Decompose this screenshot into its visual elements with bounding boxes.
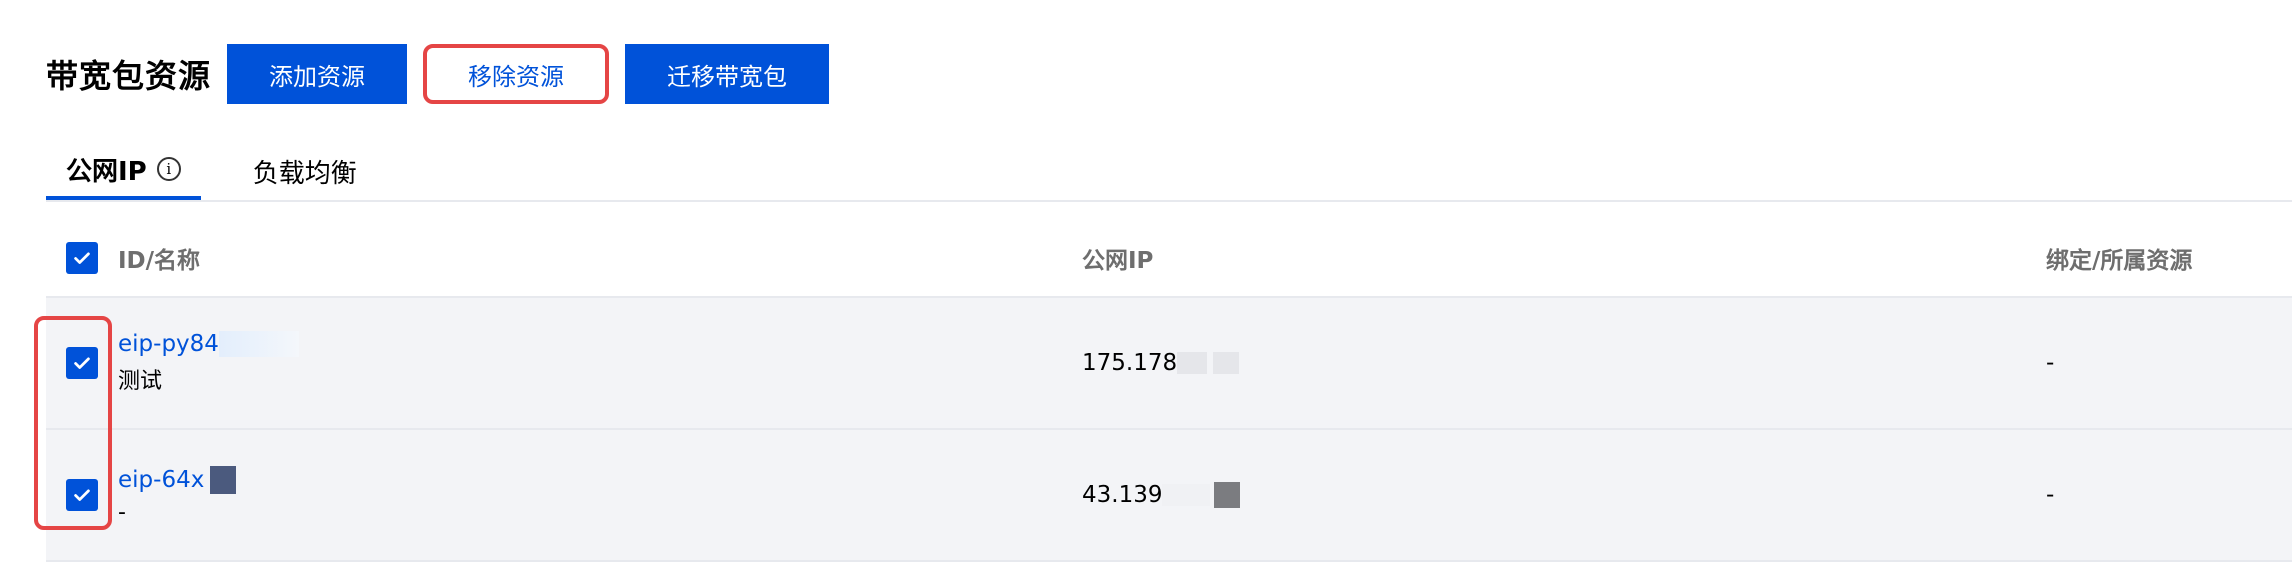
row-checkbox[interactable] xyxy=(66,479,98,511)
page: 带宽包资源 添加资源 移除资源 迁移带宽包 公网IP i 负载均衡 ID/名称 … xyxy=(0,0,2292,578)
column-header-bind: 绑定/所属资源 xyxy=(2046,248,2193,274)
tab-load-balancer[interactable]: 负载均衡 xyxy=(243,142,367,200)
row-check-cell xyxy=(46,347,118,379)
redacted-block xyxy=(218,331,299,357)
tab-bar: 公网IP i 负载均衡 xyxy=(46,140,2292,202)
ip-cell: 175.178 xyxy=(1082,350,2046,376)
public-ip-value: 43.139 xyxy=(1082,482,2046,508)
redacted-block xyxy=(1177,352,1208,374)
check-icon xyxy=(74,357,90,369)
resource-name: - xyxy=(118,499,126,525)
tab-load-balancer-label: 负载均衡 xyxy=(252,158,357,189)
redacted-block xyxy=(1214,482,1241,508)
check-icon xyxy=(74,489,90,501)
resource-name: 测试 xyxy=(118,369,163,394)
id-cell: eip-64x - xyxy=(118,465,1082,525)
resource-table: ID/名称 公网IP 绑定/所属资源 eip-py84 测试 175.178 -… xyxy=(34,220,2292,562)
table-row: eip-64x - 43.139 - xyxy=(46,430,2292,562)
ip-cell: 43.139 xyxy=(1082,482,2046,508)
add-resource-button[interactable]: 添加资源 xyxy=(227,44,408,104)
header: 带宽包资源 添加资源 移除资源 迁移带宽包 xyxy=(46,44,830,104)
table-header: ID/名称 公网IP 绑定/所属资源 xyxy=(46,220,2292,298)
header-check-cell xyxy=(46,242,118,274)
redacted-block xyxy=(210,465,237,494)
tab-public-ip[interactable]: 公网IP i xyxy=(46,142,201,200)
remove-resource-button[interactable]: 移除资源 xyxy=(429,50,604,98)
row-check-cell xyxy=(46,479,118,511)
public-ip-text: 43.139 xyxy=(1082,482,1163,508)
public-ip-value: 175.178 xyxy=(1082,350,2046,376)
resource-id-link[interactable]: eip-py84 xyxy=(118,331,1082,357)
tab-public-ip-label: 公网IP xyxy=(66,156,147,187)
migrate-bandwidth-package-button[interactable]: 迁移带宽包 xyxy=(625,44,830,104)
info-icon[interactable]: i xyxy=(156,157,181,181)
row-checkbox[interactable] xyxy=(66,347,98,379)
page-title: 带宽包资源 xyxy=(46,57,212,95)
table-row: eip-py84 测试 175.178 - xyxy=(46,298,2292,430)
bind-resource-value: - xyxy=(2046,350,2055,376)
resource-id: eip-64x xyxy=(118,466,205,493)
column-header-id: ID/名称 xyxy=(118,248,201,274)
redacted-block xyxy=(1162,484,1211,506)
bind-resource-value: - xyxy=(2046,482,2055,508)
redacted-block xyxy=(1213,352,1240,374)
column-header-public-ip: 公网IP xyxy=(1082,248,1154,274)
select-all-checkbox[interactable] xyxy=(66,242,98,274)
remove-resource-wrapper: 移除资源 xyxy=(423,44,610,104)
public-ip-text: 175.178 xyxy=(1082,350,1178,376)
id-cell: eip-py84 测试 xyxy=(118,331,1082,395)
resource-id-link[interactable]: eip-64x xyxy=(118,465,1082,494)
resource-id: eip-py84 xyxy=(118,331,219,357)
check-icon xyxy=(74,252,90,264)
